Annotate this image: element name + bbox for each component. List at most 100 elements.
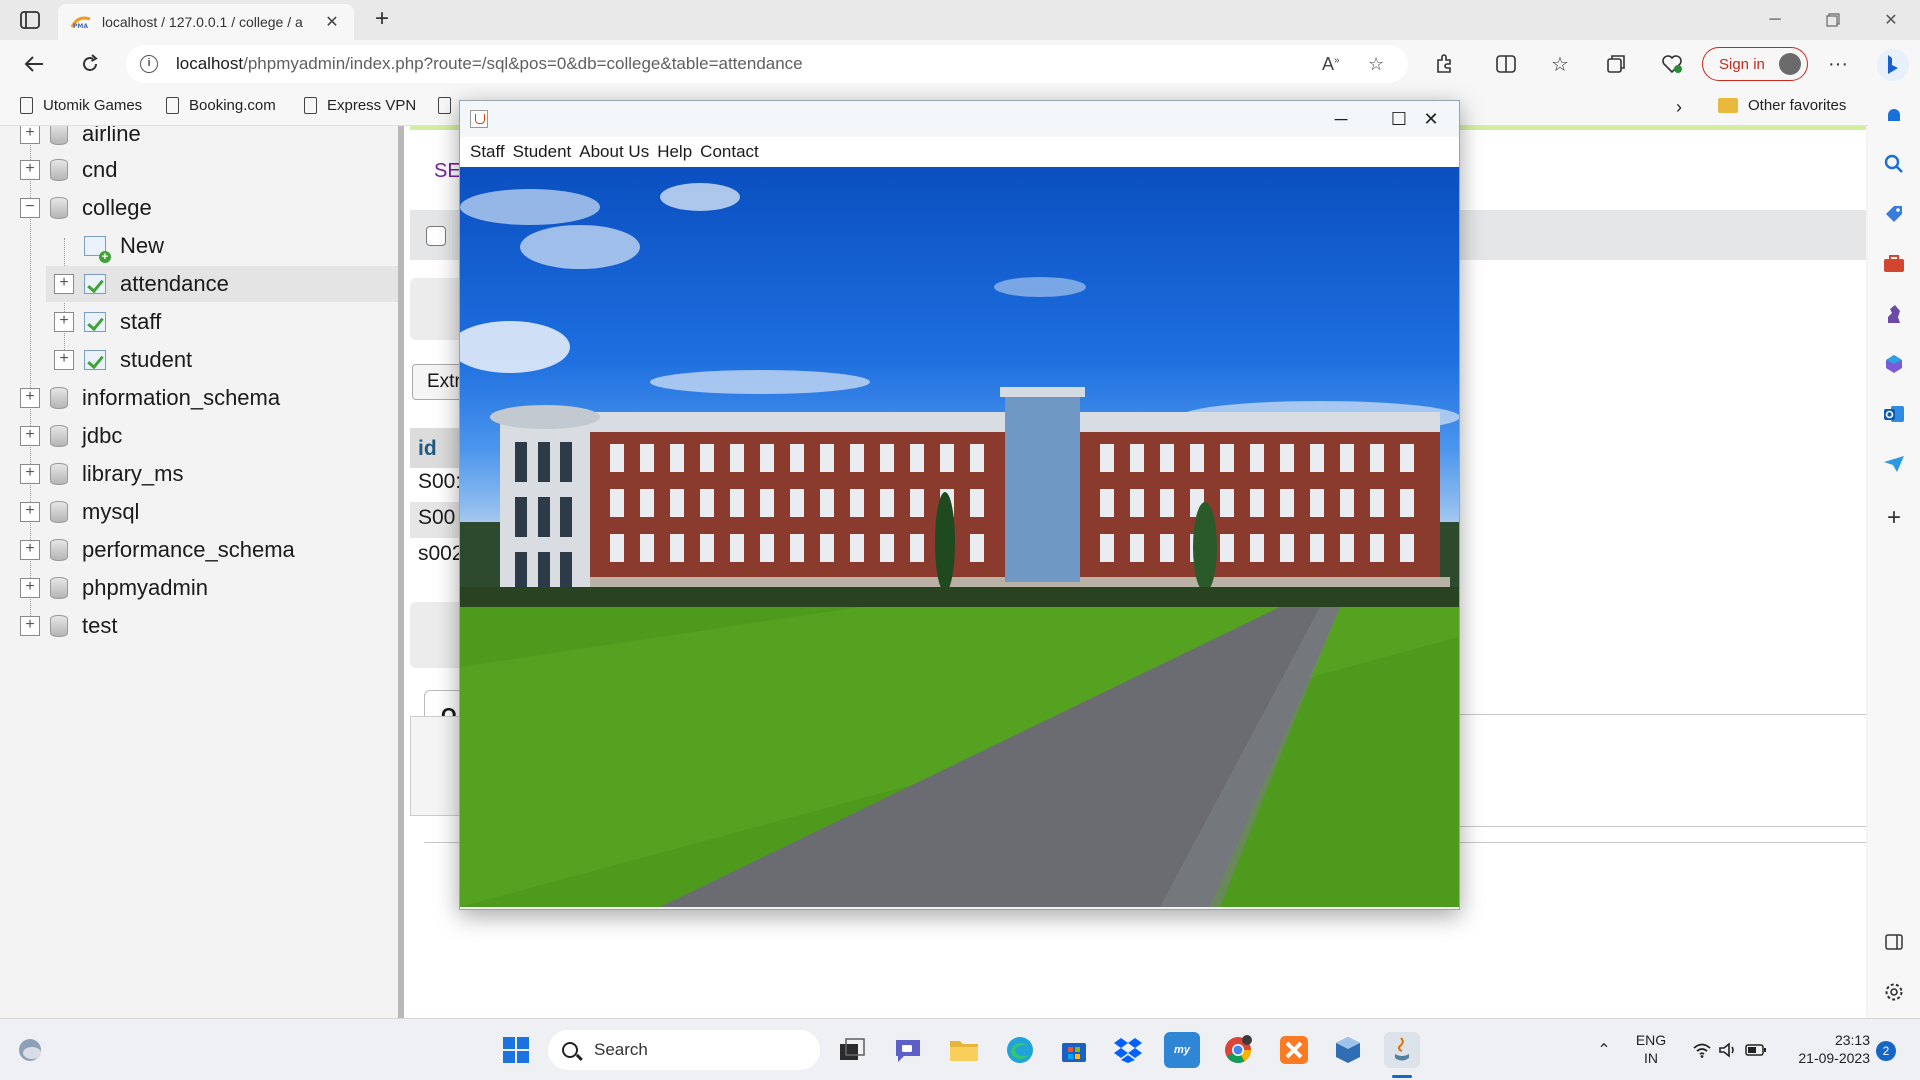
tree-db-mysql[interactable]: + mysql: [20, 494, 139, 530]
dropbox-icon[interactable]: [1110, 1032, 1146, 1068]
collections-icon[interactable]: [1600, 48, 1632, 80]
settings-gear-icon[interactable]: [1882, 980, 1906, 1004]
tree-db-jdbc[interactable]: + jdbc: [20, 418, 122, 454]
collapse-icon[interactable]: −: [20, 198, 40, 218]
database-icon: [50, 159, 68, 181]
active-tab[interactable]: PMA localhost / 127.0.0.1 / college / a …: [58, 4, 354, 40]
other-favorites-folder[interactable]: Other favorites: [1718, 97, 1846, 114]
games-chess-icon[interactable]: [1882, 302, 1906, 326]
db-label: cnd: [82, 157, 118, 182]
notifications-bell-icon[interactable]: [1882, 104, 1906, 128]
sign-in-button[interactable]: Sign in: [1702, 47, 1808, 81]
microsoft-365-icon[interactable]: [1882, 352, 1906, 376]
show-all-checkbox[interactable]: [426, 226, 446, 246]
microsoft-store-icon[interactable]: [1056, 1032, 1092, 1068]
expand-icon[interactable]: +: [20, 616, 40, 636]
start-windows-icon[interactable]: [498, 1032, 534, 1068]
xampp-icon[interactable]: [1276, 1032, 1312, 1068]
minimize-icon[interactable]: ─: [1748, 0, 1802, 40]
extensions-icon[interactable]: [1428, 48, 1460, 80]
read-aloud-icon[interactable]: A»: [1322, 54, 1340, 75]
copilot-icon[interactable]: [1874, 46, 1912, 84]
favorite-utomik-games[interactable]: Utomik Games: [20, 97, 142, 114]
show-hidden-icons-chevron-icon[interactable]: ⌃: [1586, 1032, 1622, 1068]
expand-icon[interactable]: +: [20, 540, 40, 560]
file-explorer-icon[interactable]: [946, 1032, 982, 1068]
java-menu-bar: Staff Student About Us Help Contact: [460, 137, 1459, 167]
edge-browser-icon[interactable]: [1002, 1032, 1038, 1068]
send-paper-plane-icon[interactable]: [1882, 452, 1906, 476]
java-close-icon[interactable]: ✕: [1402, 101, 1460, 137]
tree-db-airline[interactable]: + airline: [20, 126, 141, 152]
expand-icon[interactable]: +: [54, 312, 74, 332]
expand-icon[interactable]: +: [20, 464, 40, 484]
more-menu-icon[interactable]: ···: [1822, 48, 1854, 80]
browser-essentials-icon[interactable]: [1656, 48, 1688, 80]
tree-table-attendance[interactable]: + attendance: [46, 266, 398, 302]
expand-icon[interactable]: +: [20, 578, 40, 598]
tree-db-phpmyadmin[interactable]: + phpmyadmin: [20, 570, 208, 606]
tree-table-student[interactable]: + student: [54, 342, 192, 378]
menu-student[interactable]: Student: [513, 142, 572, 162]
tree-db-library-ms[interactable]: + library_ms: [20, 456, 183, 492]
add-sidebar-app-icon[interactable]: +: [1882, 504, 1906, 531]
database-icon: [50, 463, 68, 485]
favorites-icon[interactable]: ☆: [1544, 48, 1576, 80]
expand-icon[interactable]: +: [20, 126, 40, 144]
tree-db-cnd[interactable]: + cnd: [20, 152, 117, 188]
tab-title: localhost / 127.0.0.1 / college / a: [102, 14, 303, 30]
java-title-bar[interactable]: ─ ☐ ✕: [460, 101, 1459, 137]
hide-sidebar-icon[interactable]: [1882, 930, 1906, 954]
refresh-icon[interactable]: [74, 48, 106, 80]
search-sidebar-icon[interactable]: [1882, 152, 1906, 176]
shopping-tag-icon[interactable]: [1882, 202, 1906, 226]
split-screen-icon[interactable]: [1490, 48, 1522, 80]
tree-table-new[interactable]: New: [84, 228, 164, 264]
outlook-icon[interactable]: [1882, 402, 1906, 426]
teams-chat-icon[interactable]: [890, 1032, 926, 1068]
favorites-overflow-chevron-icon[interactable]: ›: [1676, 97, 1682, 118]
menu-about-us[interactable]: About Us: [579, 142, 649, 162]
back-icon[interactable]: [18, 48, 50, 80]
database-icon: [50, 197, 68, 219]
tree-db-performance-schema[interactable]: + performance_schema: [20, 532, 295, 568]
tree-db-college[interactable]: − college: [20, 190, 152, 226]
taskbar-search-box[interactable]: Search: [548, 1030, 820, 1070]
notification-count-badge[interactable]: 2: [1876, 1041, 1896, 1061]
java-app-taskbar-icon[interactable]: [1384, 1032, 1420, 1068]
expand-icon[interactable]: +: [20, 502, 40, 522]
battery-icon[interactable]: [1738, 1032, 1774, 1068]
address-bar[interactable]: i localhost/phpmyadmin/index.php?route=/…: [126, 45, 1408, 83]
virtualbox-icon[interactable]: [1330, 1032, 1366, 1068]
new-tab-button[interactable]: +: [368, 6, 396, 34]
database-icon: [50, 577, 68, 599]
expand-icon[interactable]: +: [20, 388, 40, 408]
close-tab-icon[interactable]: ✕: [322, 12, 342, 32]
chrome-icon[interactable]: [1220, 1032, 1256, 1068]
site-info-icon[interactable]: i: [140, 55, 158, 73]
favorite-booking[interactable]: Booking.com: [166, 97, 276, 114]
menu-help[interactable]: Help: [657, 142, 692, 162]
expand-icon[interactable]: +: [54, 274, 74, 294]
menu-contact[interactable]: Contact: [700, 142, 759, 162]
clock[interactable]: 23:13 21-09-2023: [1780, 1031, 1870, 1067]
favorite-star-icon[interactable]: ☆: [1368, 54, 1384, 75]
tab-actions-icon[interactable]: [14, 8, 46, 32]
weather-widget-icon[interactable]: [12, 1032, 48, 1068]
language-indicator[interactable]: ENG IN: [1634, 1031, 1668, 1067]
task-view-icon[interactable]: [834, 1032, 870, 1068]
tools-briefcase-icon[interactable]: [1882, 252, 1906, 276]
tree-db-information-schema[interactable]: + information_schema: [20, 380, 280, 416]
myhp-icon[interactable]: my: [1164, 1032, 1200, 1068]
tree-table-staff[interactable]: + staff: [54, 304, 161, 340]
restore-icon[interactable]: [1806, 0, 1860, 40]
favorite-partial[interactable]: [438, 97, 461, 114]
expand-icon[interactable]: +: [20, 160, 40, 180]
close-window-icon[interactable]: ✕: [1864, 0, 1918, 40]
menu-staff[interactable]: Staff: [470, 142, 505, 162]
java-minimize-icon[interactable]: ─: [1312, 101, 1370, 137]
expand-icon[interactable]: +: [20, 426, 40, 446]
favorite-express-vpn[interactable]: Express VPN: [304, 97, 416, 114]
expand-icon[interactable]: +: [54, 350, 74, 370]
tree-db-test[interactable]: + test: [20, 608, 117, 644]
